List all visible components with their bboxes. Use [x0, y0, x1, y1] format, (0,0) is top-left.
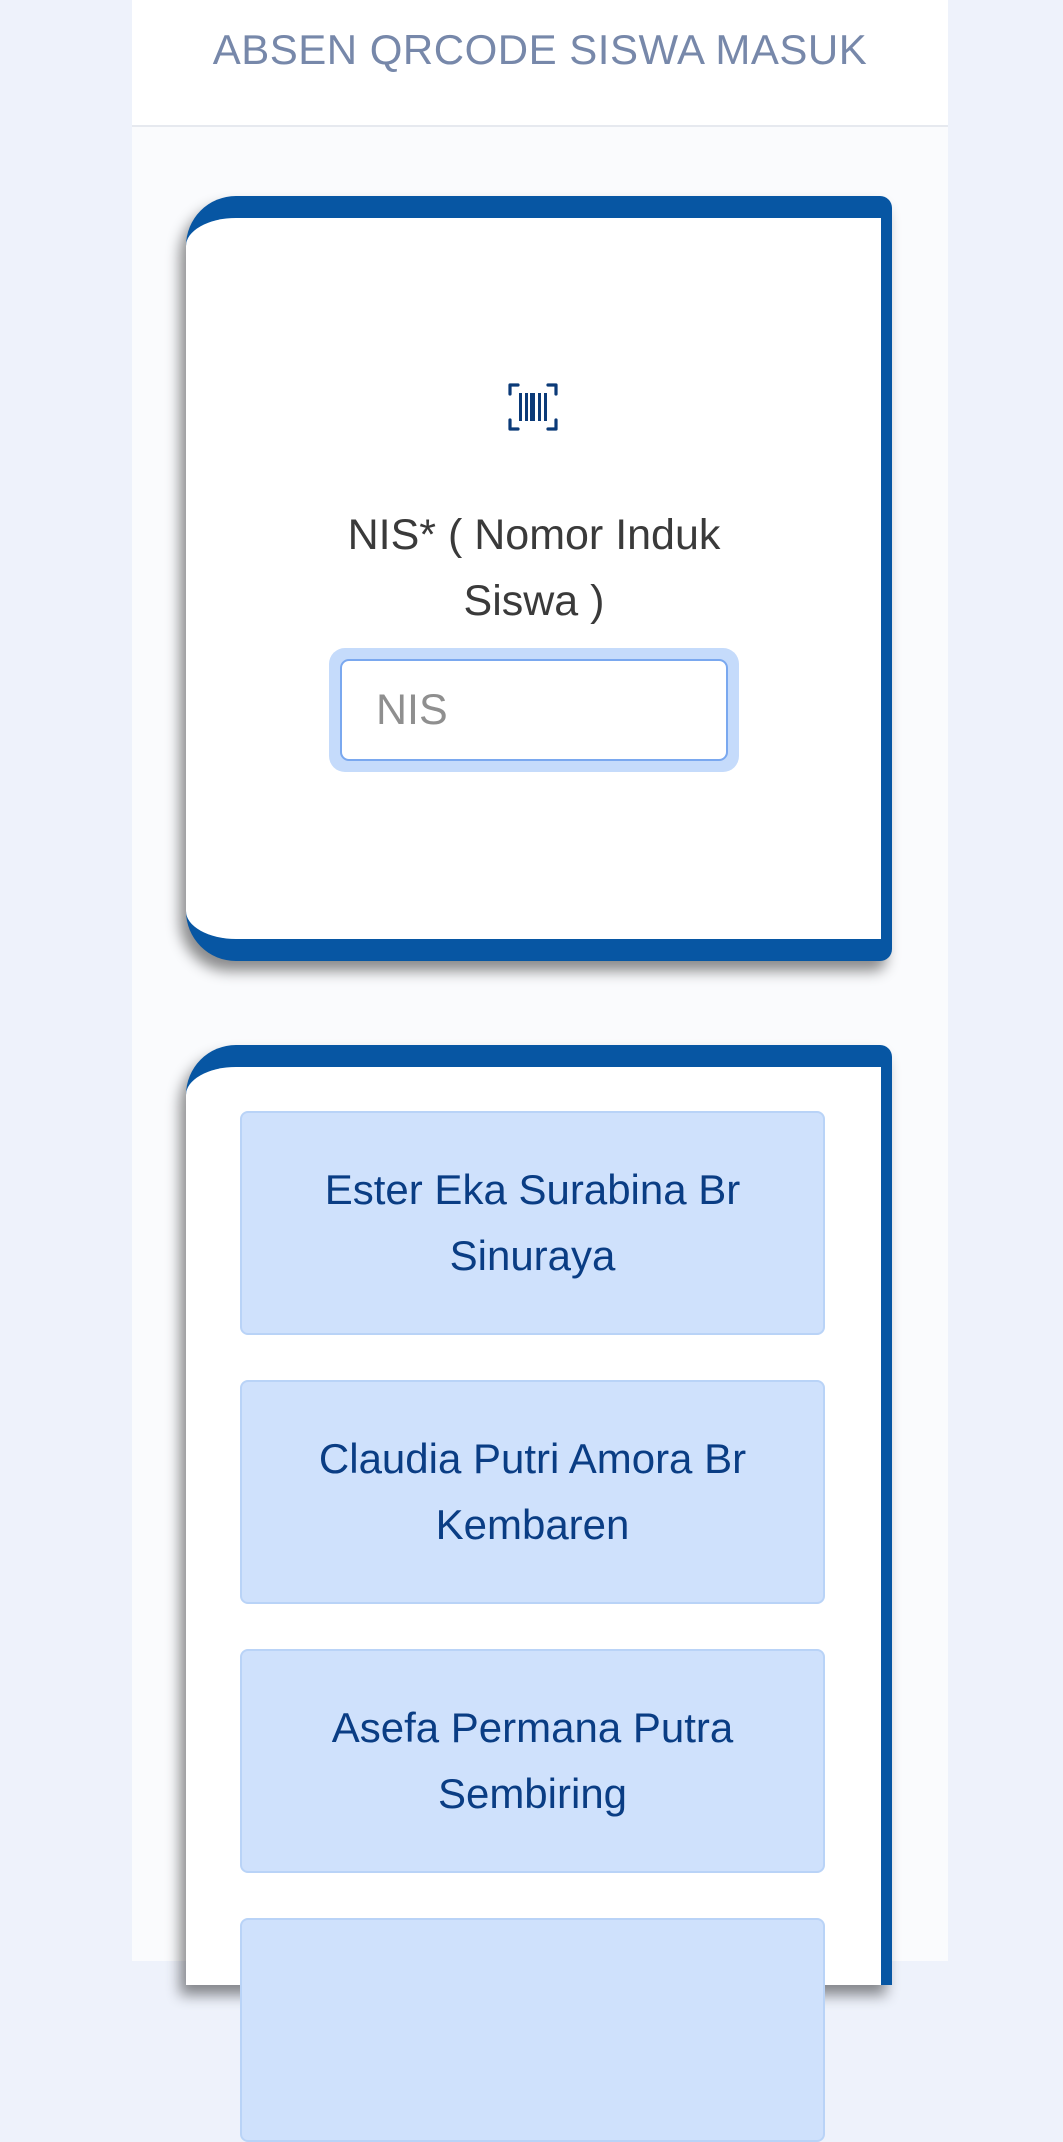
- student-name: Ester Eka Surabina Br Sinuraya: [324, 1166, 741, 1279]
- student-list-item[interactable]: Ester Eka Surabina Br Sinuraya: [240, 1111, 825, 1335]
- page-container: ABSEN QRCODE SISWA MASUK NIS* ( Nomor In…: [132, 0, 948, 2142]
- nis-input[interactable]: [340, 659, 728, 761]
- student-list-item[interactable]: Claudia Putri Amora Br Kembaren: [240, 1380, 825, 1604]
- student-name: Claudia Putri Amora Br Kembaren: [318, 1435, 747, 1548]
- nis-input-focus-ring: [329, 648, 739, 772]
- student-name: Asefa Permana Putra Sembiring: [331, 1704, 734, 1817]
- page-title: ABSEN QRCODE SISWA MASUK: [212, 25, 868, 73]
- nis-label: NIS* ( Nomor Induk Siswa ): [347, 511, 721, 625]
- student-list-item[interactable]: Asefa Permana Putra Sembiring: [240, 1649, 825, 1873]
- student-list-card: Ester Eka Surabina Br Sinuraya Claudia P…: [186, 1045, 892, 2142]
- student-list-item[interactable]: [240, 1918, 825, 2142]
- barcode-scan-icon: [508, 383, 558, 431]
- scan-card: NIS* ( Nomor Induk Siswa ): [186, 196, 892, 961]
- page-header: ABSEN QRCODE SISWA MASUK: [132, 0, 948, 127]
